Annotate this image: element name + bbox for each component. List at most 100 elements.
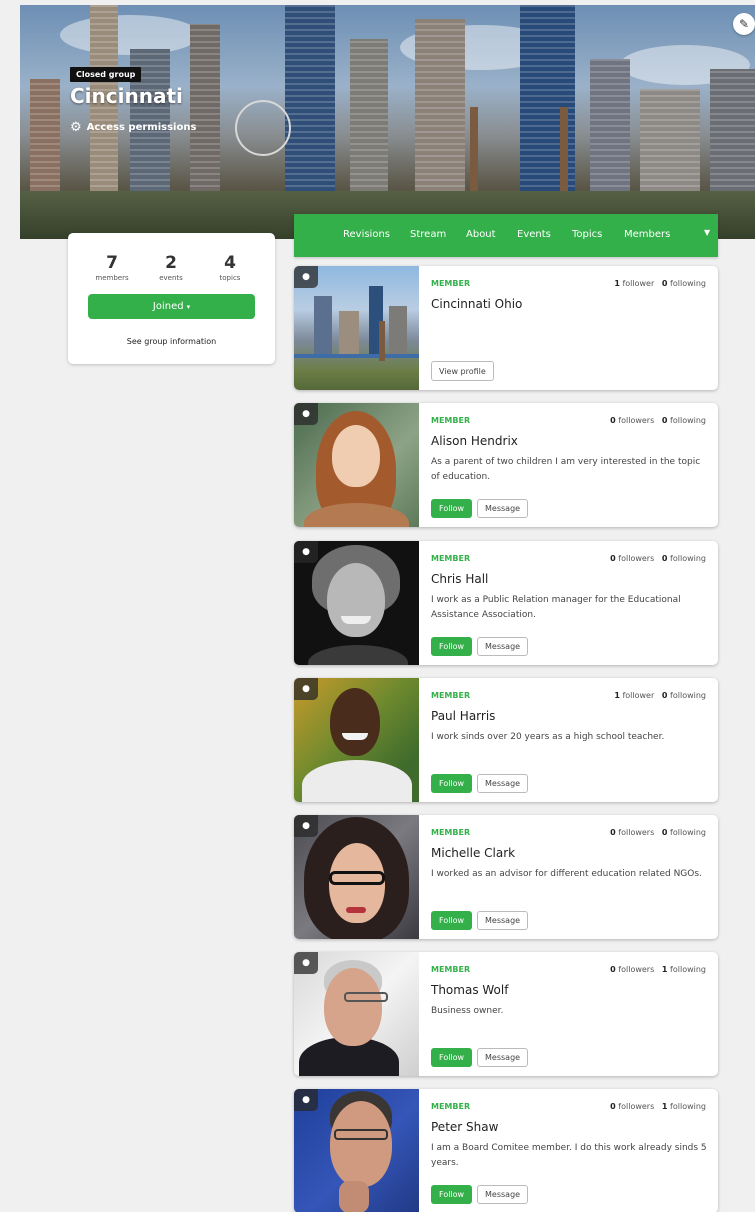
member-card: ● MEMBER 0 followers 0 following Michell… xyxy=(294,815,718,939)
following-count: 0 xyxy=(661,279,668,288)
access-permissions-link[interactable]: ⚙ Access permissions xyxy=(70,121,196,134)
member-bio: I am a Board Comitee member. I do this w… xyxy=(431,1143,707,1168)
member-role: MEMBER xyxy=(431,416,471,425)
message-button[interactable]: Message xyxy=(477,774,529,793)
followers-count: 0 xyxy=(610,828,616,837)
member-role: MEMBER xyxy=(431,279,471,288)
member-card: ● MEMBER 0 followers 0 following Alison … xyxy=(294,403,718,527)
following-label: following xyxy=(670,965,706,974)
following-label: following xyxy=(670,828,706,837)
member-name[interactable]: Alison Hendrix xyxy=(431,434,518,448)
nav-stream[interactable]: Stream xyxy=(410,229,446,240)
view-profile-button[interactable]: View profile xyxy=(431,361,494,381)
followers-label: follower xyxy=(622,279,655,288)
stat-events[interactable]: 2 events xyxy=(146,253,196,282)
user-icon: ● xyxy=(294,266,318,288)
message-button[interactable]: Message xyxy=(477,499,529,518)
followers-label: followers xyxy=(618,965,655,974)
access-permissions-label: Access permissions xyxy=(86,122,197,133)
edit-group-button[interactable]: ✎ xyxy=(733,13,755,35)
following-count: 0 xyxy=(661,554,668,563)
follow-button[interactable]: Follow xyxy=(431,499,473,518)
member-role: MEMBER xyxy=(431,965,471,974)
following-label: following xyxy=(670,1102,706,1111)
following-label: following xyxy=(670,416,706,425)
member-card: ● MEMBER 0 followers 0 following Chris H… xyxy=(294,541,718,665)
nav-members[interactable]: Members xyxy=(624,229,670,240)
pencil-icon: ✎ xyxy=(738,17,750,31)
nav-more-caret-icon[interactable]: ▼ xyxy=(704,228,710,237)
member-role: MEMBER xyxy=(431,691,471,700)
followers-count: 0 xyxy=(610,1102,616,1111)
stat-members[interactable]: 7 members xyxy=(87,253,137,282)
following-label: following xyxy=(670,691,706,700)
member-photo[interactable]: ● xyxy=(294,678,419,802)
caret-down-icon: ▾ xyxy=(186,302,191,311)
message-button[interactable]: Message xyxy=(477,1185,529,1204)
follow-stats: 0 followers 1 following xyxy=(610,965,706,974)
see-group-information-link[interactable]: See group information xyxy=(68,337,275,346)
member-photo[interactable]: ● xyxy=(294,541,419,665)
stat-value: 4 xyxy=(224,253,236,273)
nav-revisions[interactable]: Revisions xyxy=(343,229,390,240)
followers-label: followers xyxy=(618,1102,655,1111)
member-card: ● MEMBER 1 follower 0 following Paul Har… xyxy=(294,678,718,802)
member-bio: As a parent of two children I am very in… xyxy=(431,457,701,482)
stat-value: 7 xyxy=(106,253,118,273)
closed-group-badge: Closed group xyxy=(70,67,142,82)
following-label: following xyxy=(670,554,706,563)
message-button[interactable]: Message xyxy=(477,911,529,930)
stat-label: topics xyxy=(219,274,241,282)
stat-label: members xyxy=(95,274,129,282)
user-icon: ● xyxy=(294,403,318,425)
follow-button[interactable]: Follow xyxy=(431,1048,473,1067)
group-stats-card: 7 members 2 events 4 topics Joined ▾ See… xyxy=(68,233,275,364)
member-name[interactable]: Thomas Wolf xyxy=(431,983,508,997)
member-photo[interactable]: ● xyxy=(294,815,419,939)
member-photo[interactable]: ● xyxy=(294,266,419,390)
user-icon: ● xyxy=(294,678,318,700)
member-card: ● MEMBER 0 followers 1 following Thomas … xyxy=(294,952,718,1076)
following-count: 0 xyxy=(661,828,668,837)
follow-stats: 0 followers 0 following xyxy=(610,416,706,425)
follow-button[interactable]: Follow xyxy=(431,637,473,656)
member-name[interactable]: Peter Shaw xyxy=(431,1120,498,1134)
member-bio: I work sinds over 20 years as a high sch… xyxy=(431,732,665,742)
stat-value: 2 xyxy=(165,253,177,273)
member-photo[interactable]: ● xyxy=(294,1089,419,1212)
user-icon: ● xyxy=(294,815,318,837)
stat-topics[interactable]: 4 topics xyxy=(205,253,255,282)
message-button[interactable]: Message xyxy=(477,1048,529,1067)
message-button[interactable]: Message xyxy=(477,637,529,656)
member-name[interactable]: Cincinnati Ohio xyxy=(431,297,522,311)
follow-button[interactable]: Follow xyxy=(431,911,473,930)
following-count: 0 xyxy=(661,416,668,425)
follow-button[interactable]: Follow xyxy=(431,1185,473,1204)
member-role: MEMBER xyxy=(431,554,471,563)
gear-icon: ⚙ xyxy=(70,120,82,135)
nav-about[interactable]: About xyxy=(466,229,496,240)
follow-button[interactable]: Follow xyxy=(431,774,473,793)
followers-count: 0 xyxy=(610,554,616,563)
member-name[interactable]: Paul Harris xyxy=(431,709,495,723)
member-role: MEMBER xyxy=(431,1102,471,1111)
member-photo[interactable]: ● xyxy=(294,403,419,527)
follow-stats: 0 followers 0 following xyxy=(610,554,706,563)
follow-stats: 1 follower 0 following xyxy=(614,279,706,288)
follow-stats: 1 follower 0 following xyxy=(614,691,706,700)
following-count: 1 xyxy=(661,1102,668,1111)
member-bio: I work as a Public Relation manager for … xyxy=(431,595,681,620)
joined-label: Joined xyxy=(152,301,184,312)
nav-topics[interactable]: Topics xyxy=(572,229,602,240)
user-icon: ● xyxy=(294,1089,318,1111)
followers-count: 0 xyxy=(610,965,616,974)
member-name[interactable]: Michelle Clark xyxy=(431,846,515,860)
stat-label: events xyxy=(159,274,183,282)
member-photo[interactable]: ● xyxy=(294,952,419,1076)
followers-label: followers xyxy=(618,828,655,837)
following-count: 1 xyxy=(661,965,668,974)
nav-events[interactable]: Events xyxy=(517,229,551,240)
joined-dropdown-button[interactable]: Joined ▾ xyxy=(88,294,255,319)
following-count: 0 xyxy=(661,691,668,700)
member-name[interactable]: Chris Hall xyxy=(431,572,488,586)
